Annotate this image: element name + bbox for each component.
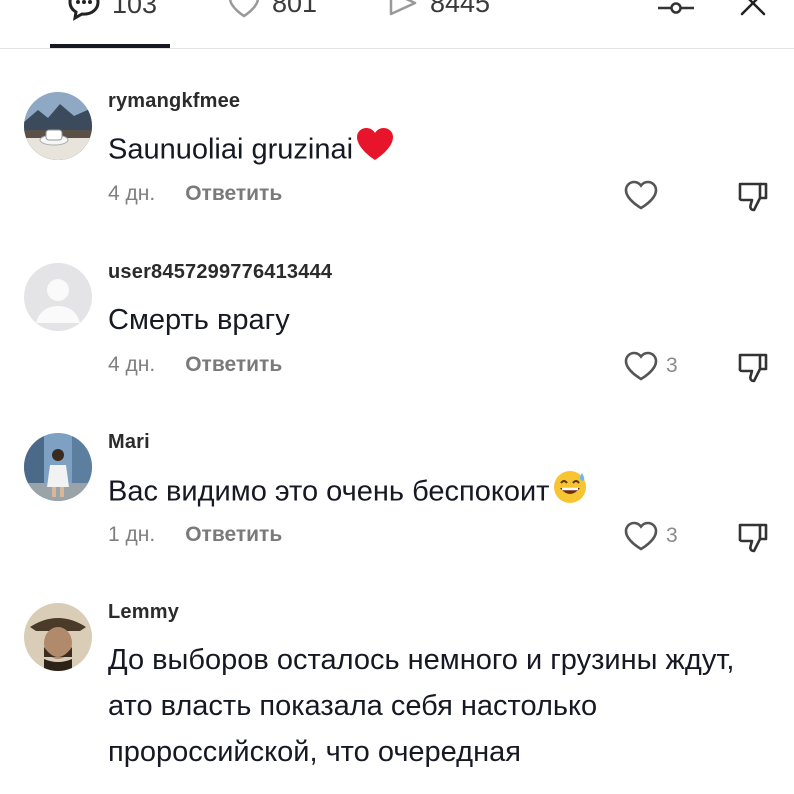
avatar[interactable] bbox=[24, 603, 92, 671]
comment-time: 1 дн. bbox=[108, 523, 156, 546]
comment-text-body: Смерть врагу bbox=[108, 304, 290, 336]
filter-button[interactable] bbox=[656, 0, 696, 20]
comment-time: 4 дн. bbox=[108, 182, 156, 205]
like-count: 3 bbox=[666, 354, 678, 377]
active-tab-indicator bbox=[50, 44, 170, 48]
comments-count: 103 bbox=[112, 0, 158, 19]
avatar[interactable] bbox=[24, 92, 92, 160]
comment-username[interactable]: Mari bbox=[108, 431, 150, 454]
dislike-icon bbox=[738, 182, 768, 212]
like-button[interactable]: 3 bbox=[622, 349, 678, 383]
close-button[interactable] bbox=[738, 0, 768, 20]
reply-button[interactable]: Ответить bbox=[185, 353, 282, 377]
comment-text: Смерть врагу bbox=[108, 297, 768, 343]
dislike-button[interactable] bbox=[736, 521, 770, 560]
comment-username[interactable]: Lemmy bbox=[108, 601, 179, 624]
shares-tab[interactable]: 8445 bbox=[386, 0, 490, 20]
shares-count: 8445 bbox=[430, 0, 491, 18]
like-button[interactable] bbox=[622, 178, 666, 212]
red-heart-icon bbox=[355, 126, 395, 176]
heart-outline-icon bbox=[624, 180, 658, 210]
filter-icon bbox=[658, 2, 694, 14]
heart-outline-icon bbox=[624, 521, 658, 551]
comment-text: До выборов осталось немного и грузины жд… bbox=[108, 644, 735, 768]
grinning-sweat-emoji-icon bbox=[551, 467, 589, 519]
reply-button[interactable]: Ответить bbox=[185, 523, 282, 547]
dislike-button[interactable] bbox=[736, 351, 770, 390]
reply-button[interactable]: Ответить bbox=[185, 182, 282, 206]
comment-username[interactable]: user8457299776413444 bbox=[108, 261, 332, 284]
heart-outline-icon bbox=[624, 351, 658, 381]
likes-tab[interactable]: 801 bbox=[226, 0, 317, 20]
comments-tab[interactable]: 103 bbox=[66, 0, 157, 22]
comment-bubble-icon bbox=[66, 0, 102, 22]
dislike-icon bbox=[738, 353, 768, 383]
close-icon bbox=[740, 0, 766, 16]
comment-text: Saunuoliai gruzinai bbox=[108, 126, 768, 176]
like-button[interactable]: 3 bbox=[622, 519, 678, 553]
likes-count: 801 bbox=[272, 0, 318, 18]
dislike-icon bbox=[738, 523, 768, 553]
comment-meta: 4 дн. Ответить bbox=[108, 182, 282, 206]
avatar[interactable] bbox=[24, 433, 92, 501]
comment-text-body: Saunuoliai gruzinai bbox=[108, 133, 354, 166]
share-arrow-icon bbox=[386, 0, 420, 20]
comment-text-body: Вас видимо это очень беспокоит bbox=[108, 475, 550, 508]
comment-time: 4 дн. bbox=[108, 353, 156, 376]
like-count: 3 bbox=[666, 524, 678, 547]
comment-username[interactable]: rymangkfmee bbox=[108, 90, 240, 113]
heart-icon bbox=[226, 0, 262, 20]
comment-text: Вас видимо это очень беспокоит bbox=[108, 467, 768, 519]
comment-meta: 1 дн. Ответить bbox=[108, 523, 282, 547]
comment-meta: 4 дн. Ответить bbox=[108, 353, 282, 377]
comments-header: 103 801 8445 bbox=[0, 0, 794, 49]
avatar[interactable] bbox=[24, 263, 92, 331]
dislike-button[interactable] bbox=[736, 180, 770, 219]
